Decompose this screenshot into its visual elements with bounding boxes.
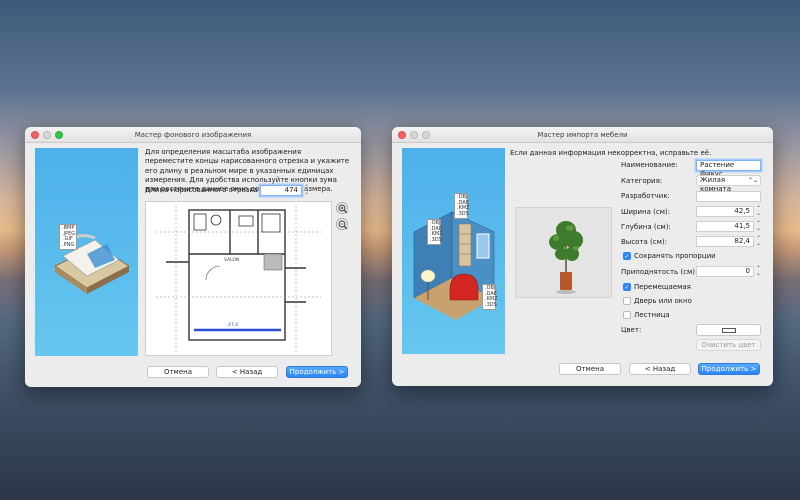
door-window-checkbox[interactable] (623, 297, 631, 305)
zoom-window-button[interactable] (55, 131, 63, 139)
dimension-label: 47.4 (228, 323, 239, 328)
category-select[interactable]: Жилая комната ⌃⌄ (696, 175, 761, 193)
height-label: Высота (см): (621, 238, 668, 246)
name-input[interactable]: Растение Фикус (696, 160, 761, 178)
instruction-text: Если данная информация некорректна, испр… (510, 149, 712, 157)
category-label: Категория: (621, 177, 663, 185)
segment-length-input[interactable]: 474 (260, 185, 302, 196)
floor-plan-view[interactable]: SALON 47.4 (145, 201, 332, 356)
model-format-list: .OBJ .DAE .KMZ .3DS (454, 193, 470, 219)
continue-button[interactable]: Продолжить > (698, 363, 760, 375)
depth-label: Глубина (см): (621, 223, 671, 231)
window-titlebar: Мастер фонового изображения (25, 127, 361, 143)
ficus-plant-preview (549, 221, 583, 294)
width-input[interactable]: 42,5 (696, 206, 754, 217)
format-label: .3DS (430, 236, 442, 243)
cancel-button[interactable]: Отмена (559, 363, 621, 375)
close-window-button[interactable] (398, 131, 406, 139)
room-label: SALON (224, 258, 240, 263)
creator-input[interactable] (696, 191, 761, 202)
floor-plan-drawing (156, 206, 321, 352)
window-controls (31, 131, 63, 139)
model-preview[interactable] (515, 207, 612, 298)
zoom-window-button[interactable] (422, 131, 430, 139)
height-input[interactable]: 82,4 (696, 236, 754, 247)
segment-length-label: Длина нарисованного отрезка (см): (145, 186, 278, 194)
zoom-out-icon (338, 220, 348, 230)
zoom-in-icon (338, 204, 348, 214)
back-button[interactable]: < Назад (629, 363, 691, 375)
name-label: Наименование: (621, 161, 678, 169)
close-window-button[interactable] (31, 131, 39, 139)
format-label: .3DS (485, 301, 497, 308)
cancel-button[interactable]: Отмена (147, 366, 209, 378)
width-label: Ширина (см): (621, 208, 671, 216)
keep-proportions-label: Сохранять пропорции (634, 252, 716, 260)
image-files-illustration (54, 234, 131, 294)
width-stepper[interactable]: ⌃ ⌄ (756, 206, 761, 217)
format-label: .PNG (62, 241, 75, 248)
door-window-label: Дверь или окно (634, 297, 692, 305)
staircase-checkbox[interactable] (623, 311, 631, 319)
keep-proportions-checkbox[interactable]: ✓ (623, 252, 631, 260)
movable-label: Перемещаемая (634, 283, 691, 291)
creator-label: Разработчик: (621, 192, 670, 200)
window-title: Мастер фонового изображения (134, 131, 252, 139)
elevation-input[interactable]: 0 (696, 266, 754, 277)
segment-length-stepper[interactable]: ⌃ ⌄ (304, 185, 309, 196)
color-button[interactable] (696, 324, 761, 336)
model-format-list: .OBJ .DAE .KMZ .3DS (482, 284, 498, 310)
wizard-illustration: .BMP .JPEG .GIF .PNG (35, 148, 138, 356)
color-label: Цвет: (621, 326, 642, 334)
elevation-stepper[interactable]: ⌃ ⌄ (756, 266, 761, 277)
window-controls (398, 131, 430, 139)
zoom-in-button[interactable] (336, 202, 348, 214)
movable-checkbox[interactable]: ✓ (623, 283, 631, 291)
depth-stepper[interactable]: ⌃ ⌄ (756, 221, 761, 232)
3d-room-illustration (413, 211, 495, 320)
wizard-illustration: .OBJ .DAE .KMZ .3DS .OBJ .DAE .KMZ .3DS … (402, 148, 505, 354)
background-image-wizard-window: Мастер фонового изображения .BMP .JPEG .… (25, 127, 361, 387)
furniture-import-wizard-window: Мастер импорта мебели .OBJ .DAE .KMZ .3D… (392, 127, 773, 386)
chevron-updown-icon: ⌃⌄ (747, 177, 758, 184)
depth-input[interactable]: 41,5 (696, 221, 754, 232)
color-swatch (721, 327, 736, 333)
window-title: Мастер импорта мебели (537, 131, 628, 139)
staircase-label: Лестница (634, 311, 670, 319)
window-titlebar: Мастер импорта мебели (392, 127, 773, 143)
model-format-list: .OBJ .DAE .KMZ .3DS (427, 219, 443, 245)
back-button[interactable]: < Назад (216, 366, 278, 378)
minimize-window-button[interactable] (410, 131, 418, 139)
continue-button[interactable]: Продолжить > (286, 366, 348, 378)
elevation-label: Приподнятость (см): (621, 268, 698, 276)
clear-color-button[interactable]: Очистить цвет (696, 339, 761, 351)
minimize-window-button[interactable] (43, 131, 51, 139)
height-stepper[interactable]: ⌃ ⌄ (756, 236, 761, 247)
format-label: .3DS (457, 210, 469, 217)
image-format-list: .BMP .JPEG .GIF .PNG (59, 224, 77, 250)
zoom-out-button[interactable] (336, 218, 348, 230)
